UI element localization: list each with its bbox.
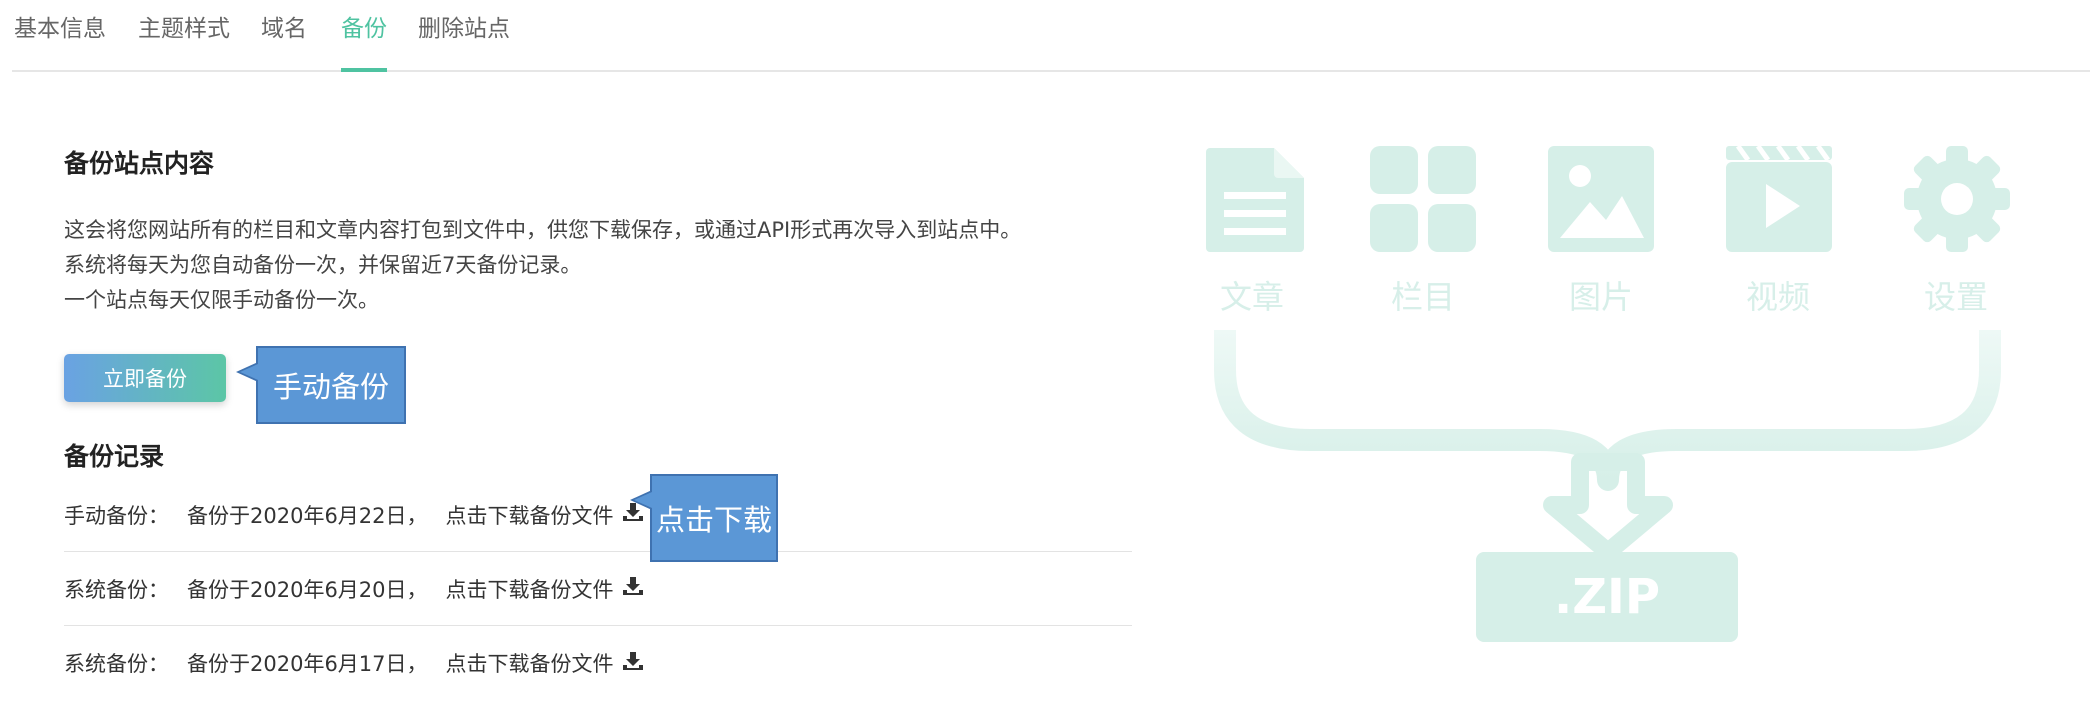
video-icon xyxy=(1724,144,1834,254)
gear-icon xyxy=(1902,144,2012,254)
illustration-label: 栏目 xyxy=(1390,278,1455,316)
backup-now-button[interactable]: 立即备份 xyxy=(64,354,226,402)
settings-tabs: 基本信息 主题样式 域名 备份 删除站点 xyxy=(12,0,2090,72)
illustration-label: 设置 xyxy=(1923,278,1988,316)
tab-theme-style[interactable]: 主题样式 xyxy=(138,12,230,70)
download-icon[interactable] xyxy=(622,576,644,601)
tab-domain[interactable]: 域名 xyxy=(261,12,307,70)
backup-record-row: 系统备份： 备份于2020年6月20日， 点击下载备份文件 xyxy=(64,552,1132,626)
download-backup-link[interactable]: 点击下载备份文件 xyxy=(446,500,614,530)
backup-description-line: 这会将您网站所有的栏目和文章内容打包到文件中，供您下载保存，或通过API形式再次… xyxy=(64,218,1022,242)
download-callout: 点击下载 xyxy=(630,474,778,562)
records-section-title: 备份记录 xyxy=(64,442,165,471)
manual-backup-callout: 手动备份 xyxy=(236,346,406,424)
tab-backup[interactable]: 备份 xyxy=(341,12,387,72)
illustration-label: 文章 xyxy=(1219,278,1284,316)
document-icon xyxy=(1202,144,1312,254)
record-date: 备份于2020年6月22日， xyxy=(187,503,428,528)
tab-basic-info[interactable]: 基本信息 xyxy=(14,12,106,70)
record-type: 系统备份： xyxy=(64,652,169,676)
backup-settings-page: 基本信息 主题样式 域名 备份 删除站点 备份站点内容 这会将您网站所有的栏目和… xyxy=(0,0,2094,724)
illustration-label: 图片 xyxy=(1568,278,1633,316)
tab-delete-site[interactable]: 删除站点 xyxy=(418,12,510,70)
funnel-arrow-icon xyxy=(1190,319,2030,570)
backup-section-title: 备份站点内容 xyxy=(64,149,215,178)
backup-description-line: 系统将每天为您自动备份一次，并保留近7天备份记录。 xyxy=(64,253,582,277)
backup-description-line: 一个站点每天仅限手动备份一次。 xyxy=(64,288,379,312)
grid-icon xyxy=(1368,144,1478,254)
backup-record-row: 系统备份： 备份于2020年6月17日， 点击下载备份文件 xyxy=(64,626,1132,700)
record-type: 手动备份： xyxy=(64,503,169,528)
image-icon xyxy=(1546,144,1656,254)
record-type: 系统备份： xyxy=(64,577,169,602)
download-icon[interactable] xyxy=(622,651,644,676)
backup-record-row: 手动备份： 备份于2020年6月22日， 点击下载备份文件 xyxy=(64,478,1132,552)
backup-illustration: 文章 栏目 图片 视频 设置 .ZIP xyxy=(1190,130,2030,650)
illustration-label: 视频 xyxy=(1745,278,1810,316)
zip-archive-icon: .ZIP xyxy=(1476,552,1738,642)
download-backup-link[interactable]: 点击下载备份文件 xyxy=(446,648,614,678)
download-backup-link[interactable]: 点击下载备份文件 xyxy=(446,574,614,604)
record-date: 备份于2020年6月17日， xyxy=(187,652,428,676)
record-date: 备份于2020年6月20日， xyxy=(187,577,428,602)
